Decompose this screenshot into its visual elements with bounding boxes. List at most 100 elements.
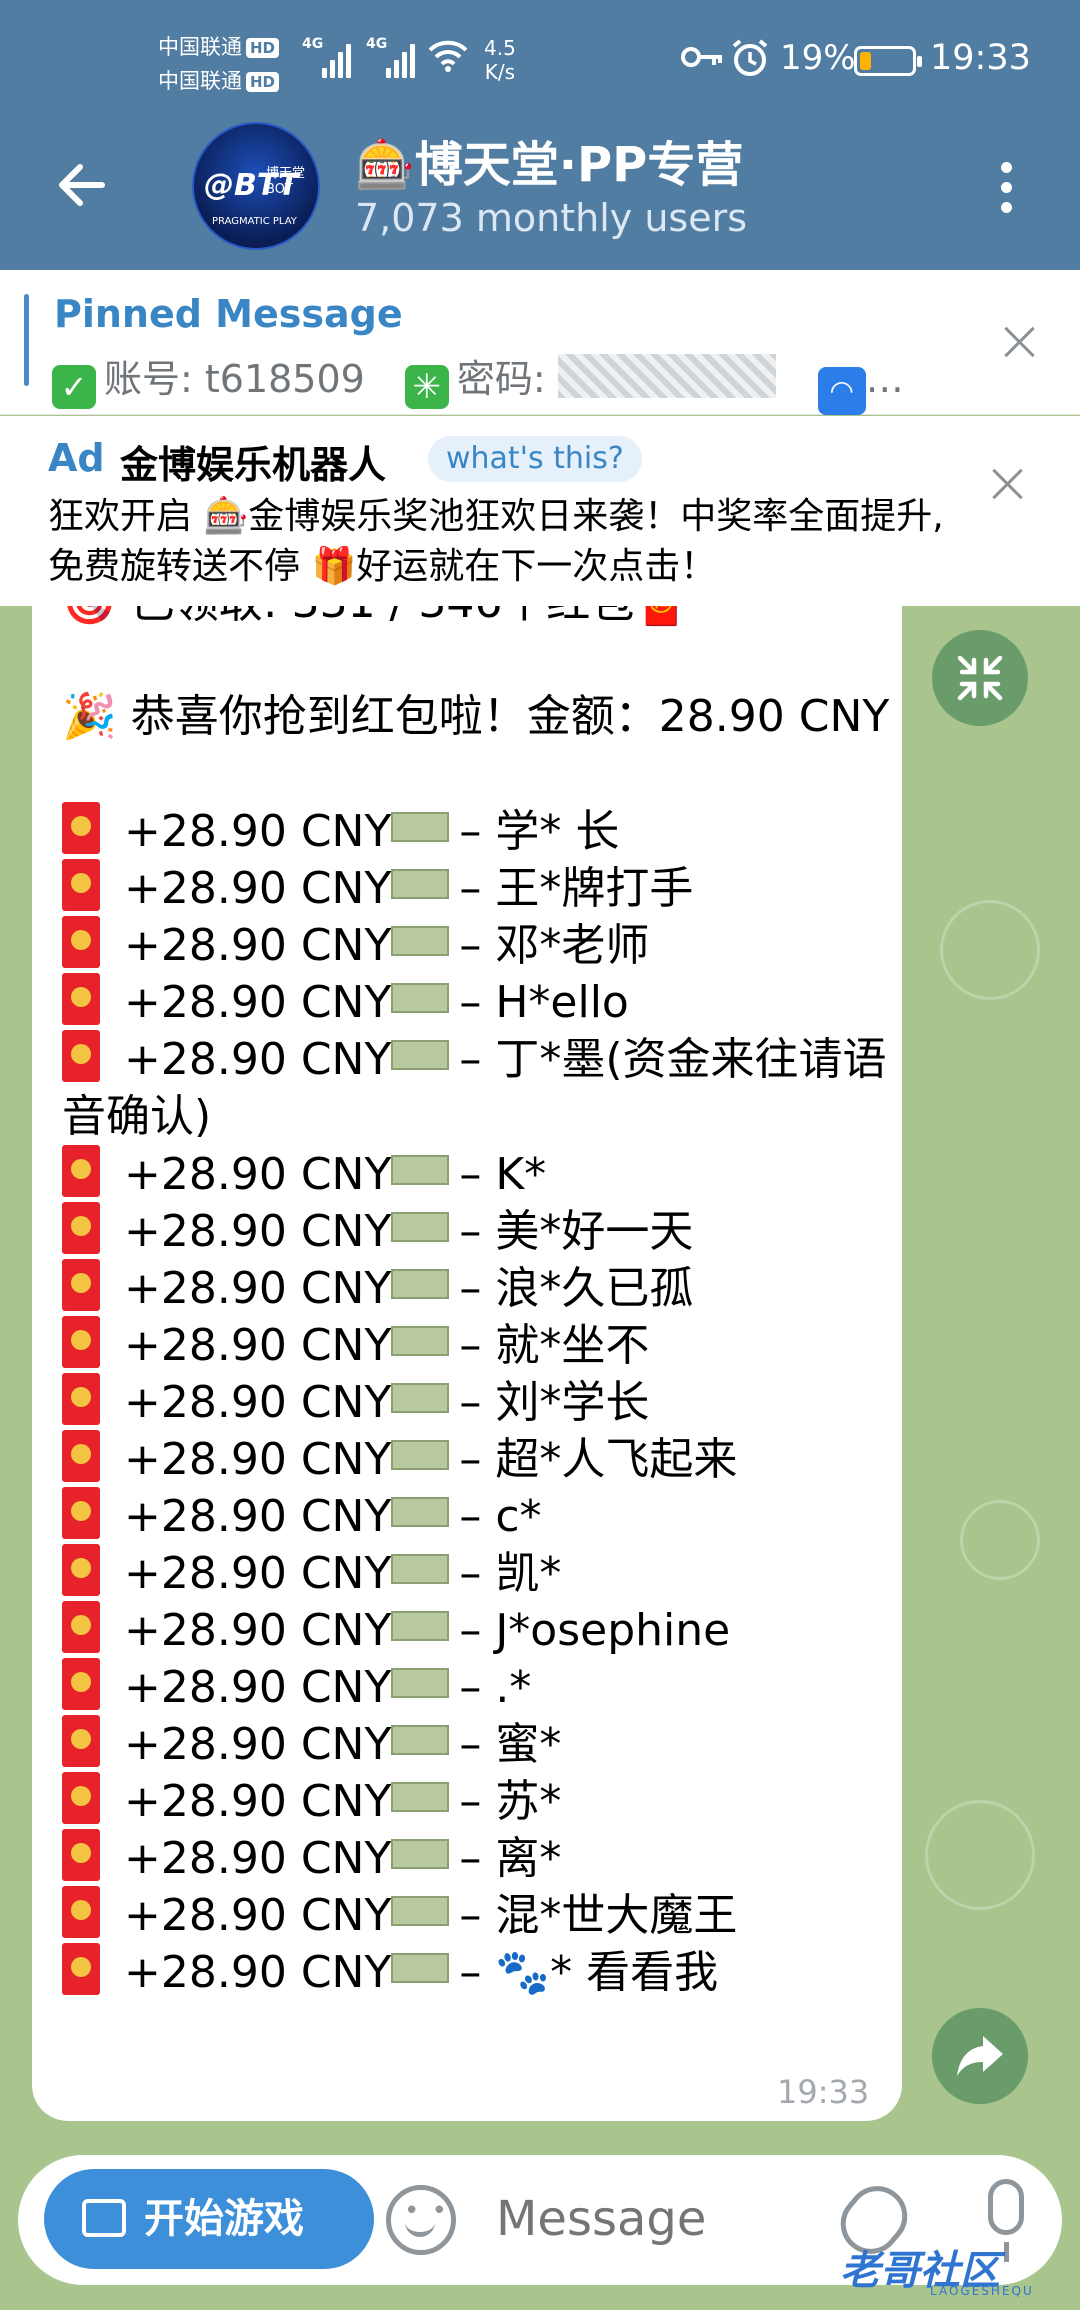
wallpaper-doodle [925,1800,1035,1910]
wallpaper-doodle [940,900,1040,1000]
speed-unit: K/s [484,60,516,84]
winner-name: – 🐾* 看看我 [459,1947,719,1998]
keyboard-icon [82,2199,126,2237]
asterisk-icon: ✳ [404,365,449,409]
red-envelope-icon [62,1715,100,1767]
winner-amount: +28.90 CNY [124,1149,392,1200]
alarm-icon [730,38,770,87]
winner-amount: +28.90 CNY [124,1206,392,1257]
close-icon[interactable] [1000,322,1040,362]
red-envelope-icon [62,1772,100,1824]
winner-amount: +28.90 CNY [124,1263,392,1314]
message-bubble[interactable]: 🎯 已领取: 331 / 346个红包🧧 🎉 恭喜你抢到红包啦！金额：28.90… [32,606,902,2121]
winner-name: – 浪*久已孤 [459,1263,694,1314]
start-game-button[interactable]: 开始游戏 [44,2169,374,2269]
winner-amount: +28.90 CNY [124,1548,392,1599]
message-line-congrats: 🎉 恭喜你抢到红包啦！金额：28.90 CNY [62,691,890,742]
winner-name: – 离* [459,1833,562,1884]
winner-amount: +28.90 CNY [124,1434,392,1485]
winner-name: – 学* 长 [459,806,620,857]
pinned-message-bar[interactable]: Pinned Message ✓ 账号: t618509 ✳ 密码: ◠… [0,270,1080,415]
sponsored-ad[interactable]: Ad 金博娱乐机器人 what's this? 狂欢开启 🎰金博娱乐奖池狂欢日来… [0,416,1080,606]
winner-amount: +28.90 CNY [124,1605,392,1656]
status-bar: 中国联通 HD 中国联通 HD 4G 4G 4.5 K/s 19% 19:33 [0,0,1080,120]
red-envelope-icon [62,1316,100,1368]
red-envelope-icon [62,1373,100,1425]
blurred-password [557,354,776,398]
speed-value: 4.5 [484,36,516,60]
red-envelope-icon [62,1544,100,1596]
more-vert-icon[interactable] [996,158,1018,218]
close-icon[interactable] [988,464,1028,504]
battery-icon [854,46,922,76]
red-envelope-icon [62,1030,100,1082]
money-icon [391,1040,450,1070]
money-icon [391,926,450,956]
network-speed: 4.5 K/s [484,36,516,84]
red-envelope-icon [62,1829,100,1881]
chat-avatar[interactable]: @BTT 博天堂 BOT PRAGMATIC PLAY [192,122,320,250]
emoji-icon[interactable] [386,2185,456,2255]
share-icon[interactable] [932,2008,1028,2104]
winner-amount: +28.90 CNY [124,1776,392,1827]
ad-name: 金博娱乐机器人 [120,443,387,487]
red-envelope-icon [62,973,100,1025]
red-envelope-icon [62,1601,100,1653]
winner-line: +28.90 CNY – 刘*学长 [62,1373,902,1430]
winner-amount: +28.90 CNY [124,1890,392,1941]
winner-amount: +28.90 CNY [124,1491,392,1542]
pinned-ellipsis: … [865,357,904,401]
winner-amount: +28.90 CNY [124,977,392,1028]
winner-name: – 刘*学长 [459,1377,650,1428]
collapse-icon[interactable] [932,630,1028,726]
message-input[interactable] [496,2191,826,2247]
money-icon [391,983,450,1013]
winner-amount: +28.90 CNY [124,1719,392,1770]
winner-amount: +28.90 CNY [124,1034,392,1085]
top-bar: 中国联通 HD 中国联通 HD 4G 4G 4.5 K/s 19% 19:33 @ [0,0,1080,270]
winner-line: +28.90 CNY – 苏* [62,1772,902,1829]
winner-line: +28.90 CNY – J*osephine [62,1601,902,1658]
money-icon [391,1269,450,1299]
watermark-sub: LAOGESHEQU [930,2284,1034,2298]
message-line-claimed: 🎯 已领取: 331 / 346个红包🧧 [62,606,902,631]
winner-line: +28.90 CNY – 蜜* [62,1715,902,1772]
carrier-name-1: 中国联通 [158,35,242,59]
money-icon [391,1497,450,1527]
winner-line: +28.90 CNY – 美*好一天 [62,1202,902,1259]
red-envelope-icon [62,1145,100,1197]
red-envelope-icon [62,1430,100,1482]
message-gap [62,631,902,688]
red-envelope-icon [62,859,100,911]
status-time: 19:33 [930,38,1031,78]
winner-line: +28.90 CNY – .* [62,1658,902,1715]
winner-line: +28.90 CNY – 学* 长 [62,802,902,859]
carrier-info: 中国联通 HD 中国联通 HD [158,30,280,98]
whats-this-button[interactable]: what's this? [428,436,642,482]
red-envelope-icon [62,1259,100,1311]
money-icon [391,1326,450,1356]
winner-line: +28.90 CNY – 🐾* 看看我 [62,1943,902,2000]
winner-name: – 苏* [459,1776,562,1827]
back-arrow-icon[interactable] [52,155,112,215]
winner-name: – 混*世大魔王 [459,1890,738,1941]
winner-amount: +28.90 CNY [124,863,392,914]
money-icon [391,1155,450,1185]
chat-title[interactable]: 🎰博天堂·PP专营 [355,125,743,195]
winner-name: – 凯* [459,1548,562,1599]
winner-amount: +28.90 CNY [124,920,392,971]
pinned-account: 账号: t618509 [104,357,365,401]
winner-amount: +28.90 CNY [124,1833,392,1884]
red-envelope-icon [62,1943,100,1995]
winner-line: +28.90 CNY – 就*坐不 [62,1316,902,1373]
winner-amount: +28.90 CNY [124,1320,392,1371]
winner-line: +28.90 CNY – 王*牌打手 [62,859,902,916]
hd-badge-2: HD [246,72,280,92]
wifi-emoji-icon: ◠ [817,367,866,415]
money-icon [391,1668,450,1698]
message-gap [62,745,902,802]
mic-icon[interactable] [988,2179,1024,2262]
winner-name: – .* [459,1662,532,1713]
signal-icon [322,40,356,78]
winner-name: – 美*好一天 [459,1206,694,1257]
